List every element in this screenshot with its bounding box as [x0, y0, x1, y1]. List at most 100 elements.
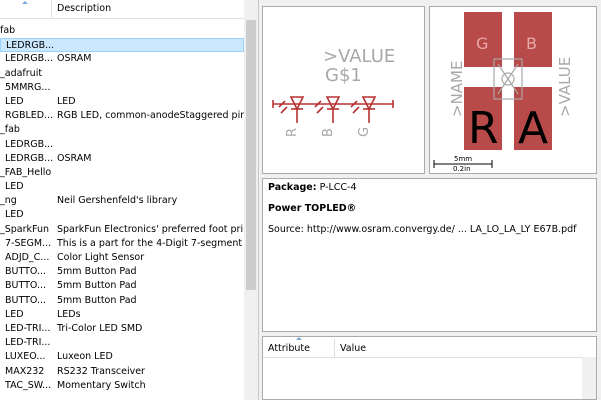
table-row[interactable]: BUTTO... 5mm Button Pad	[0, 294, 244, 308]
table-row[interactable]: RGBLED... RGB LED, common-anodeStaggered …	[0, 109, 251, 123]
attributes-scrollbar[interactable]	[582, 357, 596, 399]
column-header-value[interactable]: Value	[340, 343, 366, 354]
table-row[interactable]: 5MMRG...	[0, 81, 244, 95]
row-name: LED	[5, 181, 24, 193]
row-description: 5mm Button Pad	[57, 266, 137, 278]
led-diode-1	[278, 96, 305, 123]
table-row[interactable]: TAC_SW... Momentary Switch	[0, 379, 244, 393]
source-line: Source: http://www.osram.convergy.de/ ..…	[268, 224, 577, 235]
led-diode-2	[314, 96, 341, 123]
pad-label-g: G	[476, 34, 488, 53]
row-description: RGB LED, common-anodeStaggered pins	[57, 110, 252, 122]
package-value: P-LCC-4	[319, 182, 357, 193]
row-name: LED	[5, 209, 24, 221]
row-description: This is a part for the 4-Digit 7-segment…	[57, 237, 259, 249]
library-rows: fab LEDRGB... LEDRGB... OSRAM _adafruit 5MMRG…	[0, 24, 258, 393]
table-row[interactable]: 7-SEGM... This is a part for the 4-Digit …	[0, 237, 258, 251]
table-row[interactable]: LEDRGB... OSRAM	[0, 152, 244, 166]
attributes-panel: Attribute Value	[262, 336, 597, 400]
row-name: 7-SEGM...	[5, 237, 52, 249]
row-name: _fab	[0, 124, 20, 136]
table-row[interactable]: LED-TRI...	[0, 336, 244, 350]
pin-label-g: G	[357, 127, 372, 137]
symbol-value-label: >VALUE	[323, 46, 395, 67]
package-line: Package: P-LCC-4	[268, 182, 357, 193]
row-name: LED	[5, 95, 24, 107]
row-name: LUXEO...	[5, 351, 46, 363]
table-row[interactable]: LED LED	[0, 95, 244, 109]
table-row[interactable]: LED LEDs	[0, 308, 244, 322]
table-row[interactable]: _FAB_Hello	[0, 166, 244, 180]
led-symbol	[272, 96, 394, 123]
row-name: _FAB_Hello	[0, 166, 52, 178]
row-description: Momentary Switch	[57, 379, 146, 391]
library-list[interactable]: Description fab LEDRGB... LEDRGB... OSRAM _a…	[0, 0, 259, 400]
row-name: 5MMRG...	[5, 81, 51, 93]
row-name: LEDRGB...	[6, 40, 54, 52]
pad-label-a: A	[518, 103, 548, 154]
symbol-preview: >VALUE G$1 R B G	[262, 6, 425, 174]
table-row[interactable]: BUTTO... 5mm Button Pad	[0, 265, 244, 279]
sort-arrow-icon	[22, 1, 28, 4]
scale-mm-label: 5mm	[454, 155, 472, 163]
column-header-description[interactable]: Description	[57, 3, 111, 14]
pin-label-r: R	[285, 128, 300, 137]
package-outline	[493, 58, 523, 100]
table-row[interactable]: LEDRGB... OSRAM	[0, 52, 244, 66]
list-scrollbar-thumb[interactable]	[246, 20, 256, 290]
row-name: LED-TRI...	[5, 337, 51, 349]
table-row[interactable]: fab	[0, 24, 244, 38]
description-panel: Package: P-LCC-4 Power TOPLED® Source: h…	[262, 178, 597, 332]
package-label: Package:	[268, 182, 317, 193]
row-description: OSRAM	[57, 53, 92, 65]
row-description: RS232 Transceiver	[57, 365, 145, 377]
row-name: fab	[0, 25, 16, 36]
row-name: _adafruit	[0, 67, 43, 79]
attributes-header: Attribute Value	[263, 339, 596, 358]
package-preview: G B R A >NAME >VALUE 5mm 0.2in	[429, 6, 597, 174]
row-description: 5mm Button Pad	[57, 294, 137, 306]
row-description: 5mm Button Pad	[57, 280, 137, 292]
table-row[interactable]: ADJD_C... Color Light Sensor	[0, 251, 244, 265]
table-row[interactable]: _fab	[0, 123, 244, 137]
row-description: Tri-Color LED SMD	[57, 322, 143, 334]
table-row[interactable]: LEDRGB...	[0, 138, 244, 152]
led-diode-3	[350, 96, 377, 123]
table-row[interactable]: _adafruit	[0, 67, 244, 81]
table-row[interactable]: _ng Neil Gershenfeld's library	[0, 194, 244, 208]
pin-label-b: B	[321, 128, 336, 137]
row-name: MAX232	[5, 365, 45, 377]
row-name: LEDRGB...	[5, 138, 53, 150]
table-row[interactable]: LED	[0, 180, 244, 194]
row-name: BUTTO...	[5, 280, 47, 292]
package-name-label: >NAME	[448, 61, 466, 117]
table-row[interactable]: LED-TRI... Tri-Color LED SMD	[0, 322, 244, 336]
table-row[interactable]: BUTTO... 5mm Button Pad	[0, 279, 244, 293]
row-name: LEDRGB...	[5, 53, 53, 65]
row-description: Neil Gershenfeld's library	[57, 195, 178, 207]
table-row[interactable]: _SparkFun SparkFun Electronics' preferred…	[0, 223, 258, 237]
row-description: LEDs	[57, 308, 81, 320]
row-description: SparkFun Electronics' preferred foot pri…	[57, 223, 258, 235]
row-name: LED-TRI...	[5, 322, 51, 334]
row-name: ADJD_C...	[5, 252, 50, 263]
row-name: LED	[5, 308, 24, 320]
row-description: LED	[57, 95, 76, 107]
row-name: LEDRGB...	[5, 152, 53, 164]
table-row[interactable]: LED	[0, 208, 244, 222]
row-description: OSRAM	[57, 152, 92, 164]
scale-in-label: 0.2in	[453, 165, 471, 173]
list-scrollbar[interactable]	[244, 0, 258, 400]
row-name: RGBLED...	[5, 110, 53, 122]
column-header-attribute[interactable]: Attribute	[268, 343, 310, 354]
package-value-label: >VALUE	[556, 57, 574, 117]
table-row[interactable]: LEDRGB...	[0, 38, 244, 53]
row-description: Luxeon LED	[57, 351, 113, 363]
row-name: BUTTO...	[5, 266, 47, 278]
part-title: Power TOPLED®	[268, 203, 357, 214]
row-name: TAC_SW...	[5, 379, 52, 391]
table-row[interactable]: LUXEO... Luxeon LED	[0, 350, 244, 364]
pad-label-r: R	[468, 103, 499, 154]
table-row[interactable]: MAX232 RS232 Transceiver	[0, 365, 244, 379]
row-name: BUTTO...	[5, 294, 47, 306]
